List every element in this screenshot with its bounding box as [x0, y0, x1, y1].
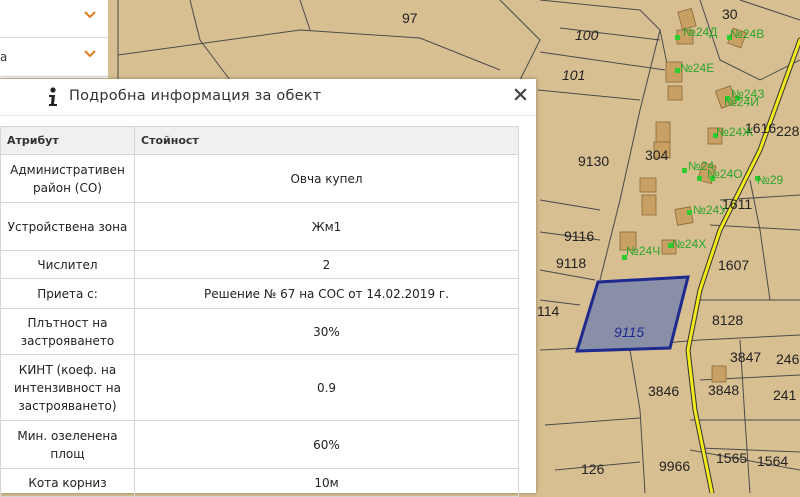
parcel-label: 246 — [776, 351, 800, 367]
building-label: №24Д — [683, 25, 717, 39]
dialog-header: Подробна информация за обект — [0, 79, 536, 116]
parcel-label: 126 — [581, 461, 605, 477]
layer-panel-row[interactable] — [0, 0, 108, 38]
attribute-cell: Административен район (СО) — [0, 154, 135, 203]
parcel-label: 3848 — [708, 382, 739, 398]
column-header-value: Стойност — [134, 126, 519, 155]
value-cell: 60% — [134, 420, 519, 469]
chevron-down-icon[interactable] — [84, 48, 96, 60]
parcel-label: 1607 — [718, 257, 749, 273]
table-row: Кота корниз 10м — [0, 468, 519, 497]
parcel-label: 228 — [776, 123, 800, 139]
value-cell: 0.9 — [134, 354, 519, 421]
table-row: Мин. озеленена площ 60% — [0, 420, 519, 469]
building-label: №24У — [693, 203, 727, 217]
building-label: №24Е — [680, 61, 714, 75]
object-info-dialog: Подробна информация за обект Атрибут Сто… — [0, 79, 536, 497]
layer-panel-row-label: а — [0, 50, 8, 64]
attribute-cell: Кота корниз — [0, 468, 135, 497]
attribute-cell: Числител — [0, 250, 135, 279]
parcel-label: 114 — [537, 303, 560, 319]
parcel-label: 101 — [562, 67, 585, 83]
value-cell: Решение № 67 на СОС от 14.02.2019 г. — [134, 278, 519, 309]
building-label: №24Х — [672, 237, 706, 251]
building-label: №29 — [757, 173, 784, 187]
attribute-cell: Устройствена зона — [0, 202, 135, 251]
attribute-cell: Приета с: — [0, 278, 135, 309]
building-label: №24И — [724, 95, 759, 109]
building-label: №24Ж — [716, 125, 753, 139]
parcel-label: 9118 — [556, 255, 586, 271]
building-label: №24О — [707, 167, 743, 181]
attribute-table: Атрибут Стойност Административен район (… — [0, 126, 519, 497]
chevron-down-icon[interactable] — [84, 9, 96, 21]
parcel-label: 100 — [575, 27, 599, 43]
info-icon — [49, 87, 57, 106]
parcel-label: 241 — [773, 387, 797, 403]
table-row: Числител 2 — [0, 250, 519, 279]
parcel-label: 304 — [645, 147, 669, 163]
building-label: №24В — [730, 27, 764, 41]
value-cell: 10м — [134, 468, 519, 497]
layer-panel-row[interactable]: а — [0, 39, 108, 77]
parcel-label: 8128 — [712, 312, 743, 328]
table-row: Плътност на застрояването 30% — [0, 308, 519, 355]
column-header-attribute: Атрибут — [0, 126, 135, 155]
parcel-label: 3847 — [730, 349, 761, 365]
close-icon[interactable] — [514, 88, 527, 101]
table-row: КИНТ (коеф. на интензивност на застроява… — [0, 354, 519, 421]
table-row: Административен район (СО) Овча купел — [0, 154, 519, 203]
attribute-cell: КИНТ (коеф. на интензивност на застроява… — [0, 354, 135, 421]
parcel-label: 9115 — [614, 324, 644, 340]
dialog-title: Подробна информация за обект — [69, 88, 322, 104]
building-label: №24Ч — [626, 244, 660, 258]
table-row: Приета с: Решение № 67 на СОС от 14.02.2… — [0, 278, 519, 309]
parcel-label: 9130 — [578, 153, 609, 169]
table-row: Устройствена зона Жм1 — [0, 202, 519, 251]
close-button[interactable] — [511, 83, 529, 105]
parcel-label: 1565 — [716, 450, 747, 466]
layer-panel: а — [0, 0, 108, 78]
attribute-cell: Плътност на застрояването — [0, 308, 135, 355]
table-header-row: Атрибут Стойност — [0, 126, 519, 155]
value-cell: Овча купел — [134, 154, 519, 203]
value-cell: 2 — [134, 250, 519, 279]
parcel-label: 30 — [722, 6, 738, 22]
parcel-label: 1564 — [757, 453, 788, 469]
attribute-cell: Мин. озеленена площ — [0, 420, 135, 469]
value-cell: 30% — [134, 308, 519, 355]
value-cell: Жм1 — [134, 202, 519, 251]
parcel-label: 9966 — [659, 458, 690, 474]
parcel-label: 97 — [402, 10, 418, 26]
parcel-label: 3846 — [648, 383, 679, 399]
parcel-label: 9116 — [564, 228, 594, 244]
